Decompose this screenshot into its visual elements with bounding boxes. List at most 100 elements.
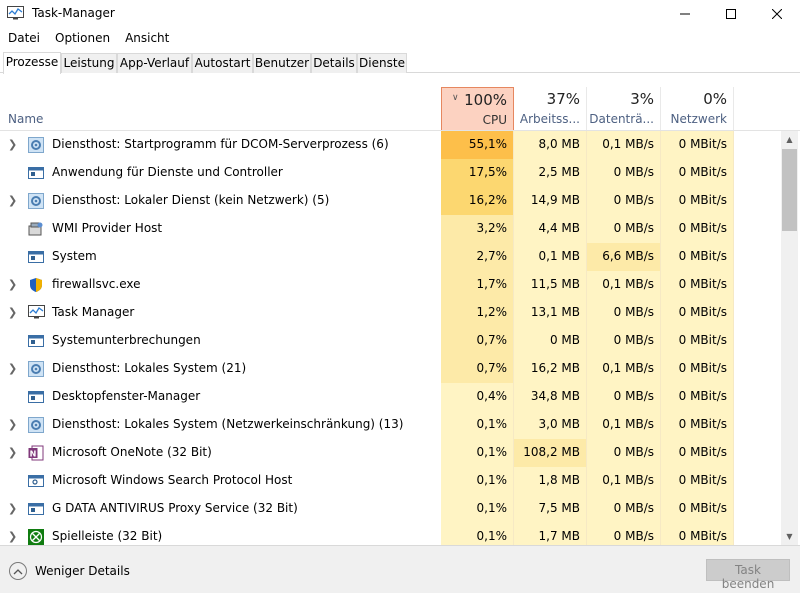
tab-prozesse[interactable]: Prozesse <box>3 52 61 74</box>
search-host-icon <box>28 473 45 489</box>
process-name: Diensthost: Startprogramm für DCOM-Serve… <box>52 137 389 151</box>
header-memory-label: Arbeitss... <box>519 112 580 126</box>
expand-chevron-icon[interactable]: ❯ <box>8 362 17 375</box>
task-manager-icon <box>28 305 45 321</box>
process-network: 0 MBit/s <box>661 439 734 467</box>
process-row[interactable]: ❯ firewallsvc.exe 1,7% 11,5 MB 0,1 MB/s 0 MBi… <box>0 271 781 299</box>
window-icon <box>28 249 45 265</box>
close-icon <box>772 9 782 19</box>
process-cpu: 1,7% <box>441 271 514 299</box>
header-cpu[interactable]: ∨ 100% CPU <box>441 87 514 130</box>
close-button[interactable] <box>754 0 800 28</box>
process-name: G DATA ANTIVIRUS Proxy Service (32 Bit) <box>52 501 298 515</box>
process-row[interactable]: WMI Provider Host 3,2% 4,4 MB 0 MB/s 0 MBit/… <box>0 215 781 243</box>
process-network: 0 MBit/s <box>661 271 734 299</box>
process-name: Diensthost: Lokales System (Netzwerkeins… <box>52 417 404 431</box>
process-row[interactable]: ❯ Spielleiste (32 Bit) 0,1% 1,7 MB 0 MB/s 0 M… <box>0 523 781 545</box>
process-disk: 0 MB/s <box>587 383 661 411</box>
process-row[interactable]: ❯ Diensthost: Lokales System (Netzwerkein… <box>0 411 781 439</box>
tab-details[interactable]: Details <box>311 53 357 73</box>
expand-chevron-icon[interactable]: ❯ <box>8 530 17 543</box>
process-disk: 0 MB/s <box>587 439 661 467</box>
process-cpu: 55,1% <box>441 131 514 159</box>
maximize-button[interactable] <box>708 0 754 28</box>
process-row[interactable]: Systemunterbrechungen 0,7% 0 MB 0 MB/s 0 MBi… <box>0 327 781 355</box>
process-memory: 16,2 MB <box>514 355 587 383</box>
process-cpu: 16,2% <box>441 187 514 215</box>
process-name: Desktopfenster-Manager <box>52 389 201 403</box>
process-row[interactable]: Microsoft Windows Search Protocol Host 0,… <box>0 467 781 495</box>
process-network: 0 MBit/s <box>661 299 734 327</box>
scroll-up-icon[interactable]: ▲ <box>781 131 798 148</box>
window-title: Task-Manager <box>32 6 115 20</box>
end-task-button[interactable]: Task beenden <box>706 559 790 591</box>
fewer-details-button[interactable]: Weniger Details <box>35 564 130 578</box>
tab-strip: Prozesse Leistung App-Verlauf Autostart … <box>0 52 800 74</box>
process-row[interactable]: ❯ G DATA ANTIVIRUS Proxy Service (32 Bit)… <box>0 495 781 523</box>
process-memory: 3,0 MB <box>514 411 587 439</box>
process-row[interactable]: ❯ Diensthost: Lokales System (21) 0,7% 16,2… <box>0 355 781 383</box>
process-name: Task Manager <box>52 305 135 319</box>
process-name: Diensthost: Lokaler Dienst (kein Netzwer… <box>52 193 330 207</box>
process-memory: 13,1 MB <box>514 299 587 327</box>
tab-autostart[interactable]: Autostart <box>192 53 253 73</box>
vertical-scrollbar[interactable]: ▲ ▼ <box>781 131 798 545</box>
process-row[interactable]: Anwendung für Dienste und Controller 17,5… <box>0 159 781 187</box>
expand-chevron-icon[interactable]: ❯ <box>8 194 17 207</box>
menu-ansicht[interactable]: Ansicht <box>117 28 176 50</box>
process-disk: 0,1 MB/s <box>587 271 661 299</box>
process-disk: 0 MB/s <box>587 523 661 545</box>
process-row[interactable]: ❯ N Microsoft OneNote (32 Bit) 0,1% 108,2 MB… <box>0 439 781 467</box>
process-row[interactable]: ❯ Diensthost: Lokaler Dienst (kein Netzwe… <box>0 187 781 215</box>
tab-app-verlauf[interactable]: App-Verlauf <box>117 53 192 73</box>
gear-icon <box>28 137 45 153</box>
window-icon <box>28 333 45 349</box>
menu-datei[interactable]: Datei <box>0 28 47 50</box>
process-list: ❯ Diensthost: Startprogramm für DCOM-Serv… <box>0 131 781 545</box>
header-name[interactable]: Name <box>8 112 43 126</box>
expand-chevron-icon[interactable]: ❯ <box>8 502 17 515</box>
process-disk: 0,1 MB/s <box>587 355 661 383</box>
process-name: Anwendung für Dienste und Controller <box>52 165 283 179</box>
expand-chevron-icon[interactable]: ❯ <box>8 278 17 291</box>
minimize-button[interactable] <box>662 0 708 28</box>
scroll-down-icon[interactable]: ▼ <box>781 528 798 545</box>
process-memory: 34,8 MB <box>514 383 587 411</box>
onenote-icon: N <box>28 445 45 461</box>
process-cpu: 0,1% <box>441 523 514 545</box>
process-cpu: 1,2% <box>441 299 514 327</box>
tab-leistung[interactable]: Leistung <box>61 53 117 73</box>
header-memory[interactable]: 37% Arbeitss... <box>514 87 587 130</box>
process-disk: 0,1 MB/s <box>587 467 661 495</box>
expand-chevron-icon[interactable]: ❯ <box>8 446 17 459</box>
process-memory: 108,2 MB <box>514 439 587 467</box>
process-name: System <box>52 249 97 263</box>
process-row[interactable]: System 2,7% 0,1 MB 6,6 MB/s 0 MBit/s <box>0 243 781 271</box>
chevron-up-icon[interactable] <box>9 562 27 580</box>
tab-dienste[interactable]: Dienste <box>357 53 407 73</box>
header-disk[interactable]: 3% Datenträ... <box>587 87 661 130</box>
process-memory: 2,5 MB <box>514 159 587 187</box>
process-name: Systemunterbrechungen <box>52 333 201 347</box>
process-memory: 1,7 MB <box>514 523 587 545</box>
tab-benutzer[interactable]: Benutzer <box>253 53 311 73</box>
expand-chevron-icon[interactable]: ❯ <box>8 306 17 319</box>
header-network[interactable]: 0% Netzwerk <box>661 87 734 130</box>
process-memory: 14,9 MB <box>514 187 587 215</box>
process-disk: 0 MB/s <box>587 187 661 215</box>
menu-optionen[interactable]: Optionen <box>47 28 117 50</box>
expand-chevron-icon[interactable]: ❯ <box>8 418 17 431</box>
process-row[interactable]: ❯ Task Manager 1,2% 13,1 MB 0 MB/s 0 MBit/s <box>0 299 781 327</box>
process-name: Microsoft Windows Search Protocol Host <box>52 473 293 487</box>
header-memory-percent: 37% <box>546 90 580 108</box>
gear-icon <box>28 193 45 209</box>
expand-chevron-icon[interactable]: ❯ <box>8 138 17 151</box>
footer: Weniger Details Task beenden <box>0 545 800 593</box>
process-disk: 0 MB/s <box>587 299 661 327</box>
process-row[interactable]: Desktopfenster-Manager 0,4% 34,8 MB 0 MB/s 0… <box>0 383 781 411</box>
window-icon <box>28 389 45 405</box>
scroll-thumb[interactable] <box>782 149 797 231</box>
process-row[interactable]: ❯ Diensthost: Startprogramm für DCOM-Serv… <box>0 131 781 159</box>
process-network: 0 MBit/s <box>661 131 734 159</box>
process-network: 0 MBit/s <box>661 411 734 439</box>
